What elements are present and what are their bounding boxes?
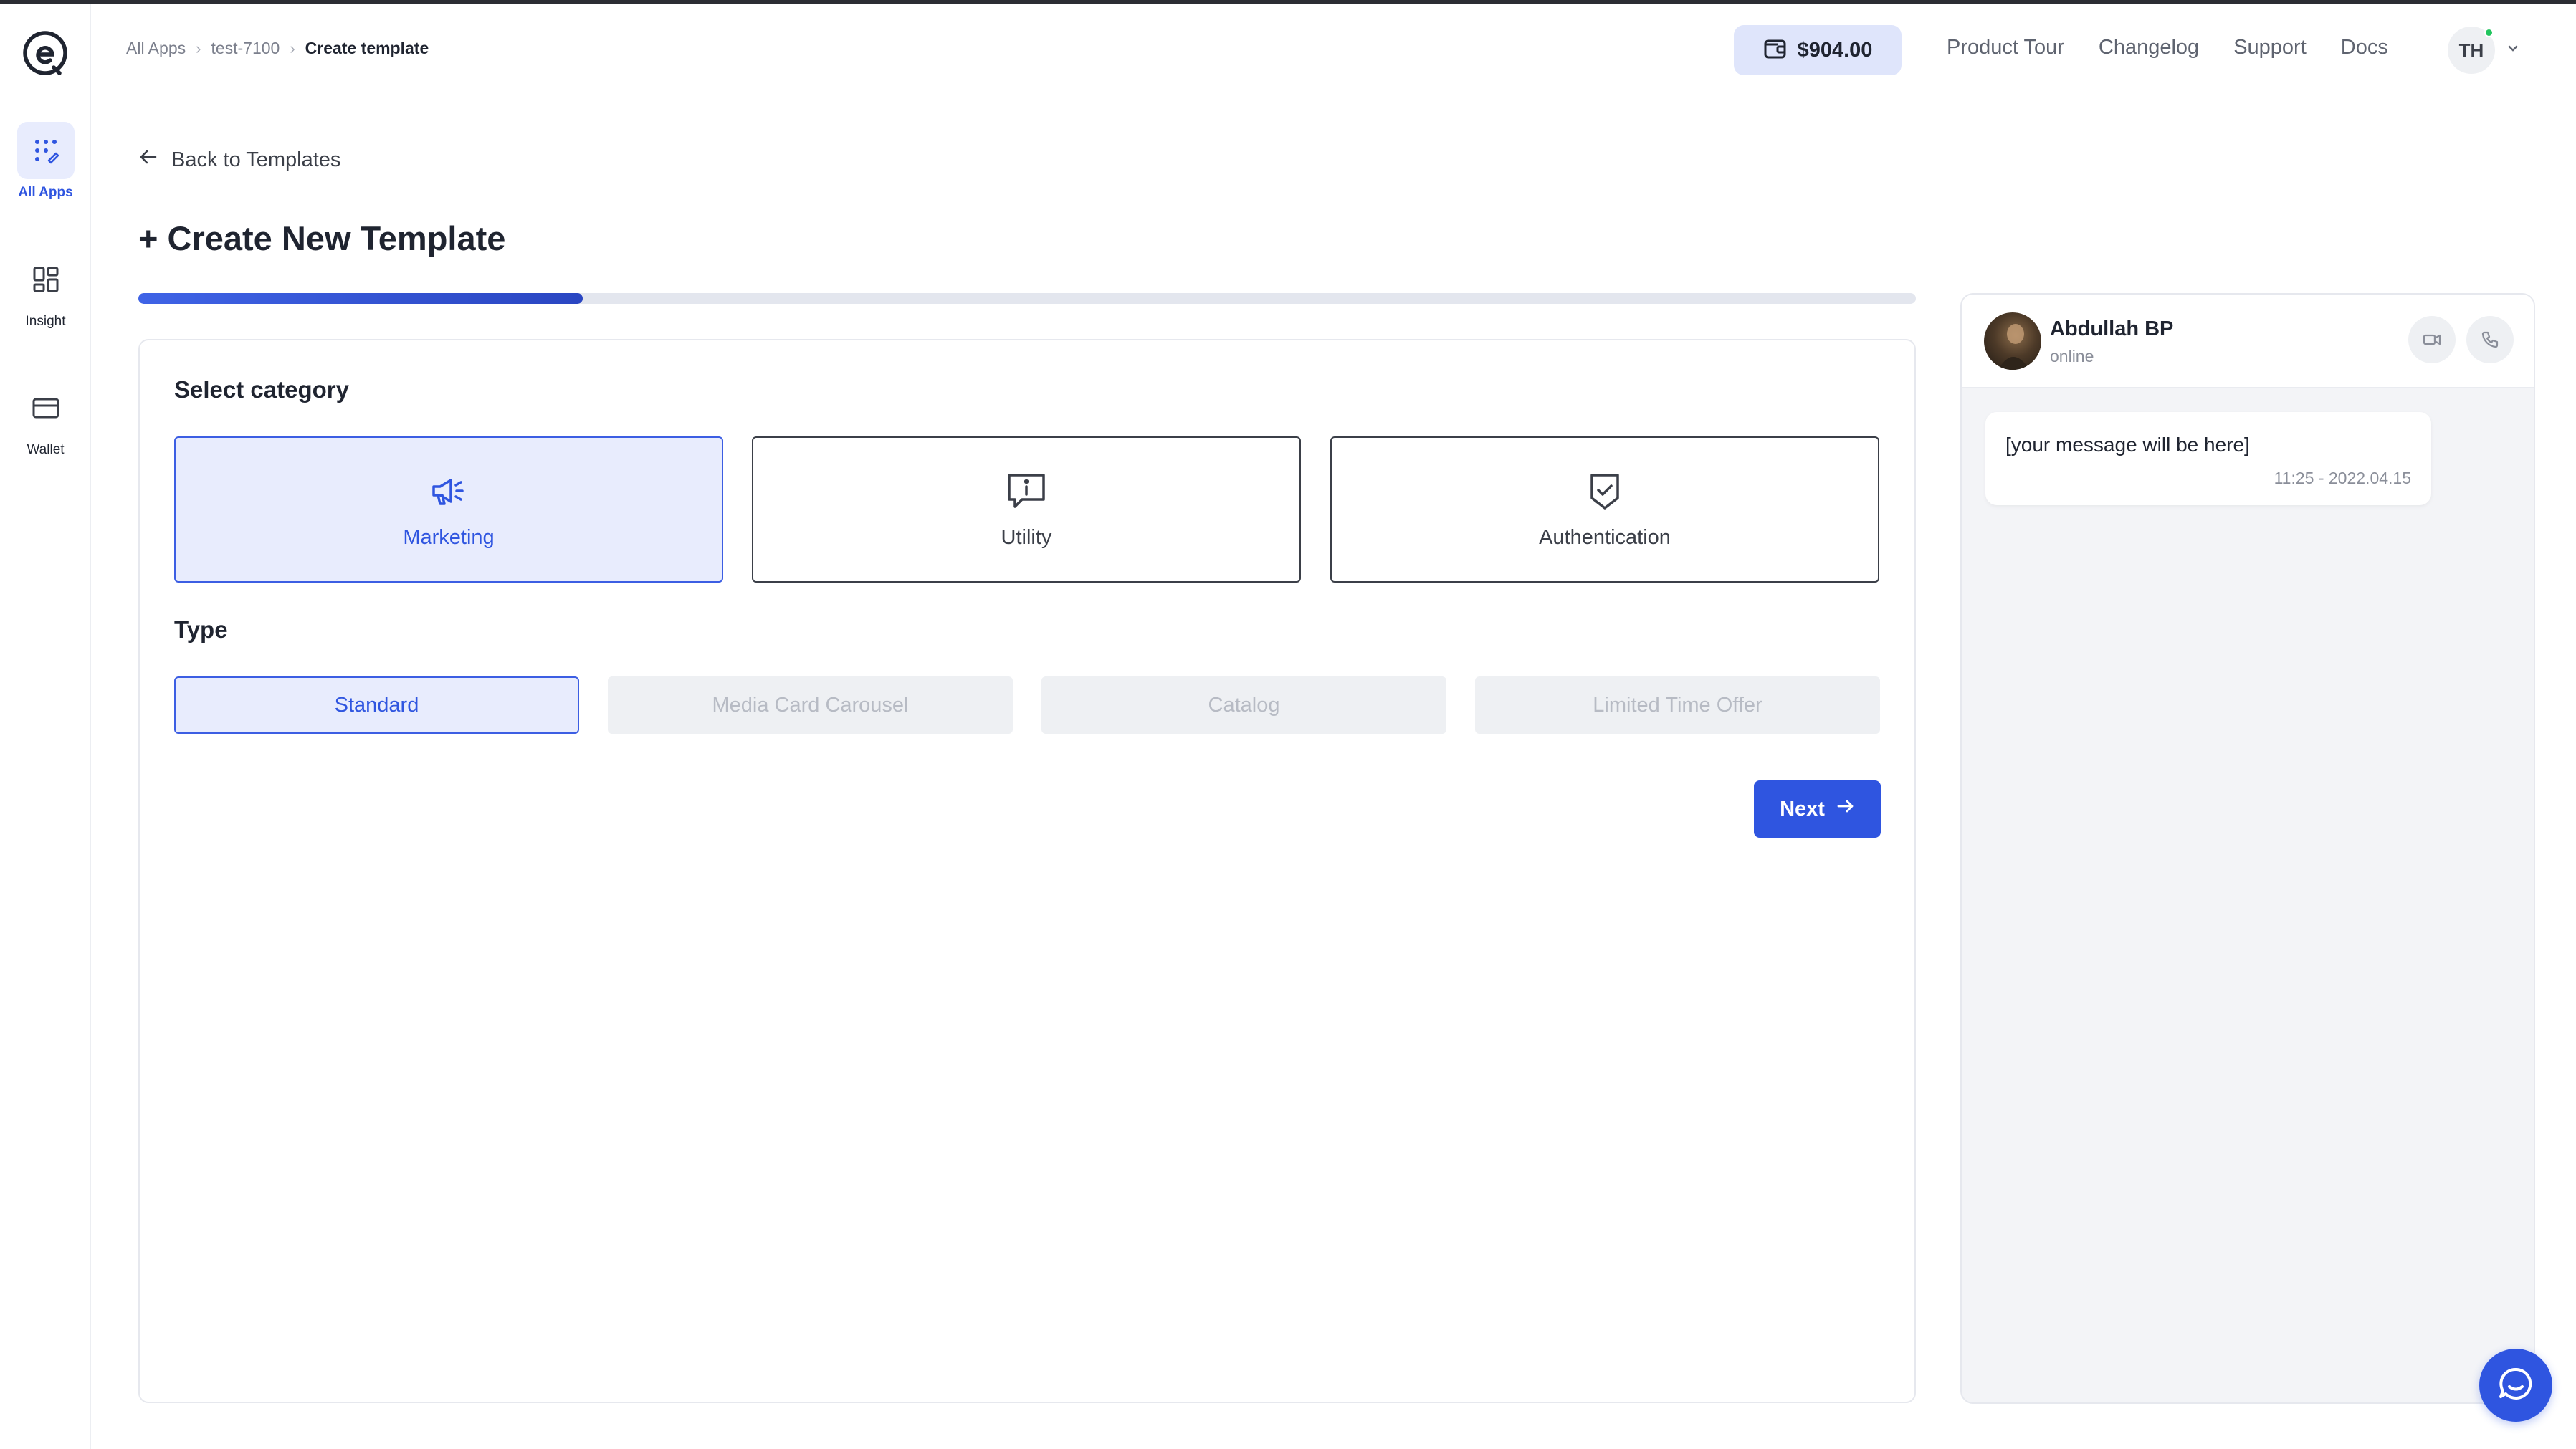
shield-check-icon (1583, 469, 1626, 516)
wallet-balance-button[interactable]: $904.00 (1734, 25, 1902, 75)
contact-avatar (1984, 312, 2041, 370)
support-chat-button[interactable] (2479, 1349, 2552, 1422)
wallet-balance-amount: $904.00 (1797, 38, 1873, 62)
category-option-utility[interactable]: Utility (752, 436, 1301, 583)
type-option-standard[interactable]: Standard (174, 676, 579, 734)
info-message-icon (1005, 469, 1048, 516)
arrow-left-icon (138, 147, 158, 173)
message-bubble: [your message will be here] 11:25 - 2022… (1985, 412, 2431, 505)
window-top-strip (0, 0, 2576, 4)
apps-grid-icon (16, 122, 75, 179)
chevron-right-icon: › (196, 39, 201, 57)
user-avatar[interactable]: TH (2448, 27, 2495, 74)
next-button-label: Next (1780, 797, 1825, 821)
type-option-catalog[interactable]: Catalog (1041, 676, 1446, 734)
type-option-limited-time-offer[interactable]: Limited Time Offer (1475, 676, 1880, 734)
chevron-down-icon[interactable] (2506, 42, 2519, 58)
type-heading: Type (174, 616, 228, 643)
top-nav-links: Product Tour Changelog Support Docs (1947, 36, 2388, 59)
breadcrumb-link-all-apps[interactable]: All Apps (126, 39, 186, 58)
message-preview-panel: Abdullah BP online [your message will be… (1960, 293, 2535, 1404)
user-initials: TH (2458, 39, 2484, 61)
wizard-progress-fill (138, 293, 583, 304)
breadcrumb-link-app[interactable]: test-7100 (211, 39, 280, 58)
breadcrumb: All Apps › test-7100 › Create template (126, 39, 429, 58)
preview-chat-header: Abdullah BP online (1962, 295, 2534, 388)
next-button[interactable]: Next (1754, 780, 1881, 838)
category-label: Utility (1001, 526, 1052, 549)
message-text: [your message will be here] (2005, 434, 2250, 456)
category-label: Authentication (1539, 526, 1671, 549)
wallet-icon (1763, 37, 1788, 64)
sidebar: All Apps Insight Wallet (0, 4, 91, 1449)
link-product-tour[interactable]: Product Tour (1947, 36, 2064, 59)
sidebar-item-all-apps[interactable]: All Apps (0, 122, 91, 201)
video-call-icon[interactable] (2408, 316, 2456, 363)
chevron-right-icon: › (290, 39, 295, 57)
type-option-media-card-carousel[interactable]: Media Card Carousel (608, 676, 1013, 734)
sidebar-item-label: All Apps (18, 185, 73, 200)
dashboard-icon (17, 251, 75, 308)
wizard-progress-bar (138, 293, 1916, 304)
link-changelog[interactable]: Changelog (2099, 36, 2199, 59)
link-support[interactable]: Support (2233, 36, 2307, 59)
page-title: + Create New Template (138, 219, 506, 257)
template-form-card: Select category Marketing Utility Authen… (138, 339, 1916, 1403)
category-label: Marketing (403, 526, 495, 549)
phone-call-icon[interactable] (2466, 316, 2514, 363)
contact-status: online (2050, 347, 2094, 365)
sidebar-item-label: Wallet (27, 442, 65, 457)
arrow-right-icon (1836, 797, 1855, 821)
card-icon (17, 379, 75, 436)
sidebar-item-label: Insight (25, 314, 66, 329)
chat-bubble-icon (2496, 1364, 2536, 1407)
sidebar-item-insight[interactable]: Insight (0, 251, 91, 330)
sidebar-item-wallet[interactable]: Wallet (0, 379, 91, 458)
megaphone-icon (427, 469, 470, 516)
online-status-dot (2484, 28, 2494, 37)
app-root: All Apps Insight Wallet All Apps › test-… (0, 0, 2576, 1449)
back-to-templates-link[interactable]: Back to Templates (138, 147, 340, 173)
breadcrumb-current: Create template (305, 39, 429, 57)
category-option-marketing[interactable]: Marketing (174, 436, 723, 583)
contact-name: Abdullah BP (2050, 317, 2174, 340)
select-category-heading: Select category (174, 376, 349, 403)
brand-logo-icon[interactable] (19, 27, 71, 79)
message-timestamp: 11:25 - 2022.04.15 (2274, 469, 2411, 487)
back-link-label: Back to Templates (171, 148, 341, 171)
category-option-authentication[interactable]: Authentication (1330, 436, 1879, 583)
link-docs[interactable]: Docs (2341, 36, 2388, 59)
